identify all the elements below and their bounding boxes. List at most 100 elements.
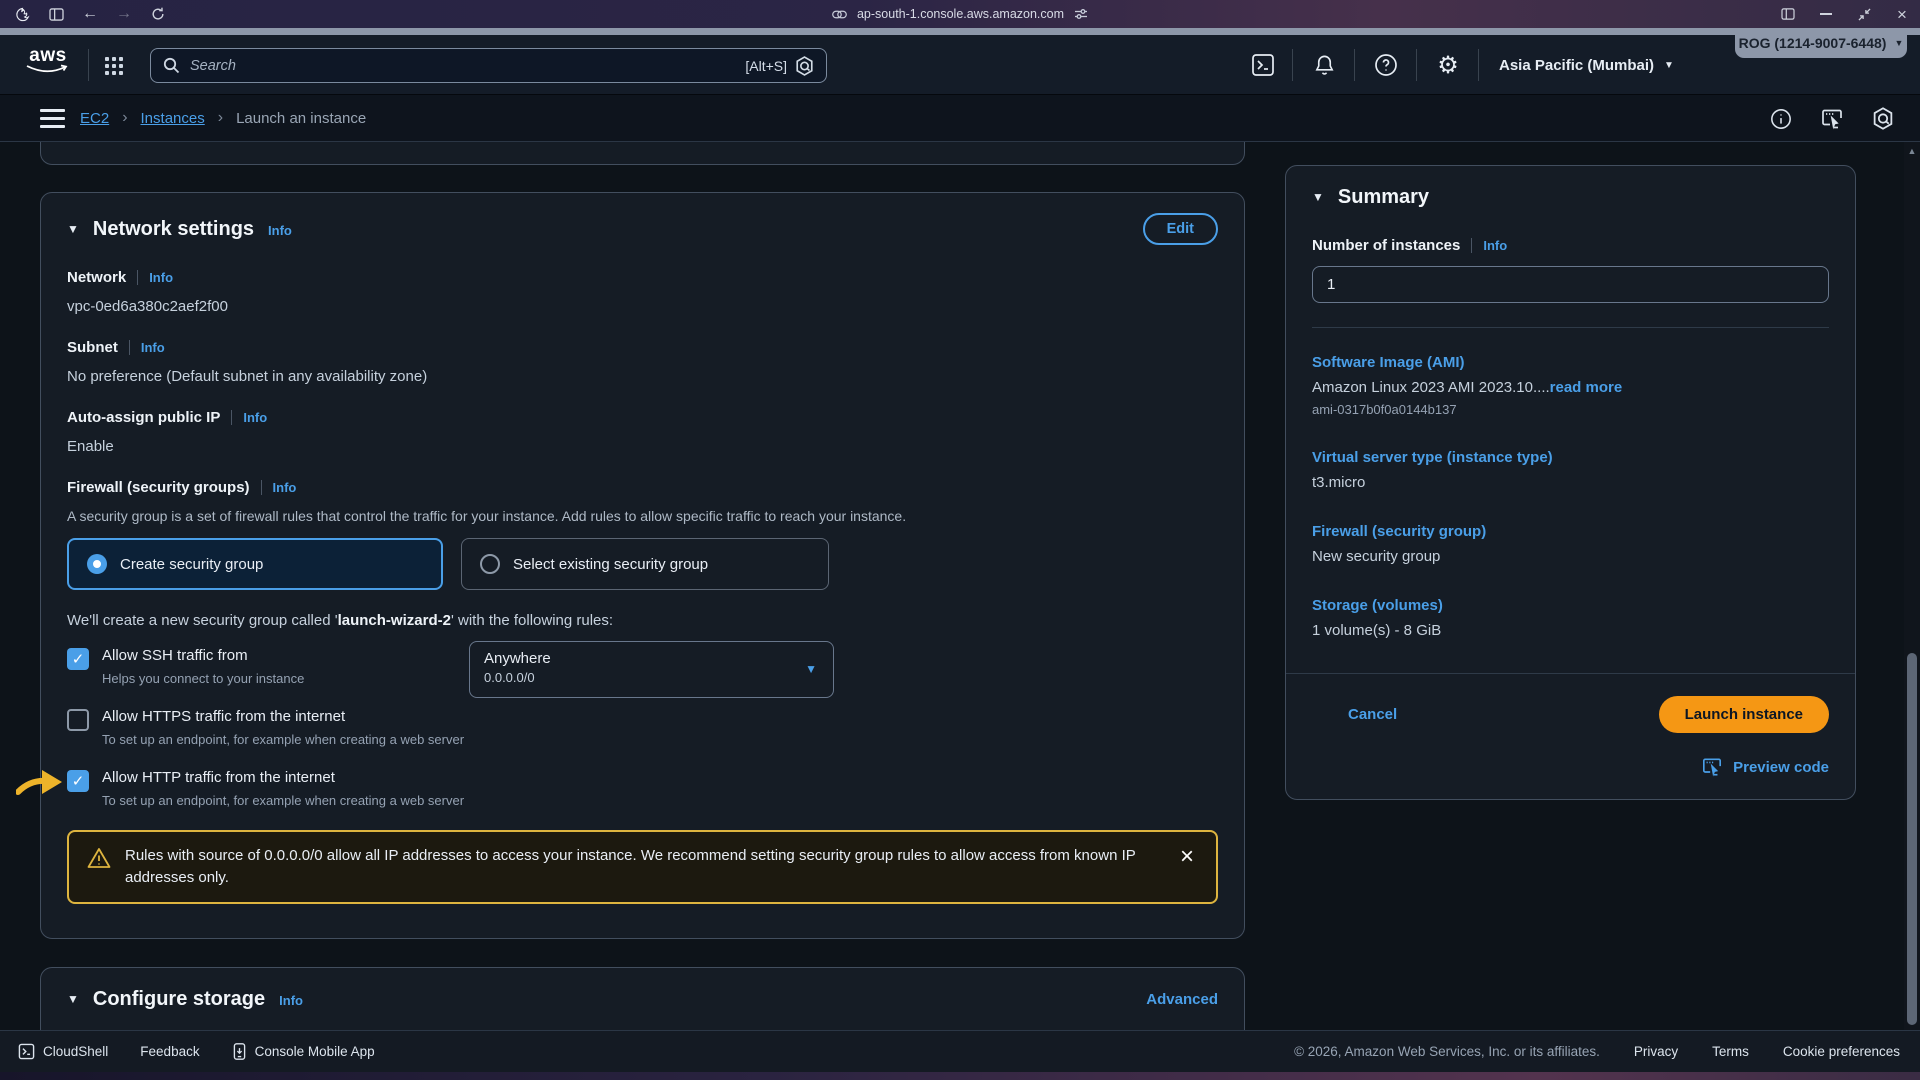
instance-count-label: Number of instances [1312,237,1460,254]
security-group-note: We'll create a new security group called… [67,612,1218,629]
preview-code-icon[interactable] [1820,108,1844,130]
instance-type-link[interactable]: Virtual server type (instance type) [1312,449,1829,466]
ami-id: ami-0317b0f0a0144b137 [1312,402,1829,417]
collapse-triangle-icon[interactable]: ▼ [67,992,79,1006]
browser-chrome: ← → ap-south-1.console.aws.amazon.com [0,0,1920,28]
info-link[interactable]: Info [268,223,292,238]
auto-assign-ip-label: Auto-assign public IP [67,409,220,426]
caret-down-icon: ▼ [1664,60,1674,71]
main-content: ▼ Network settings Info Edit Network Inf… [0,142,1920,1030]
warning-text: Rules with source of 0.0.0.0/0 allow all… [125,845,1145,889]
divider [1286,673,1855,674]
footer-cloudshell[interactable]: CloudShell [18,1043,108,1060]
aws-top-nav: aws [Alt+S] [0,35,1920,95]
help-button[interactable] [1372,35,1400,95]
breadcrumb-instances[interactable]: Instances [141,110,205,127]
info-link[interactable]: Info [273,480,297,495]
chevron-right-icon: › [218,109,223,127]
advanced-link[interactable]: Advanced [1146,991,1218,1008]
amazon-q-icon[interactable] [795,56,814,76]
network-label: Network [67,269,126,286]
aws-logo[interactable]: aws [25,47,71,74]
subnet-label: Subnet [67,339,118,356]
rule-ssh: ✓ Allow SSH traffic from Helps you conne… [67,647,1218,686]
divider [1292,49,1293,81]
breadcrumb-current: Launch an instance [236,110,366,127]
launch-instance-button[interactable]: Launch instance [1659,696,1829,733]
breadcrumb: EC2 › Instances › Launch an instance [80,109,366,127]
footer-cookie-preferences[interactable]: Cookie preferences [1783,1044,1900,1059]
search-shortcut: [Alt+S] [745,58,787,74]
apps-grid-icon[interactable] [105,57,109,61]
info-link[interactable]: Info [149,270,173,285]
ami-value: Amazon Linux 2023 AMI 2023.10....read mo… [1312,379,1829,396]
account-menu-button[interactable]: ROG (1214-9007-6448) ▼ [1735,28,1907,58]
restore-icon[interactable] [1856,6,1872,22]
footer-privacy[interactable]: Privacy [1634,1044,1678,1059]
radio-create-security-group[interactable]: Create security group [67,538,443,590]
amazon-q-icon[interactable] [1872,107,1894,130]
caret-down-icon: ▼ [1894,38,1903,48]
url-text: ap-south-1.console.aws.amazon.com [857,7,1064,21]
firewall-description: A security group is a set of firewall ru… [67,508,1218,524]
preview-code-button[interactable]: Preview code [1312,757,1829,777]
scrollbar[interactable]: ▲ [1904,142,1920,1030]
info-circle-icon[interactable] [1770,108,1792,130]
edit-button[interactable]: Edit [1143,213,1218,245]
divider [1354,49,1355,81]
footer-terms[interactable]: Terms [1712,1044,1749,1059]
storage-link[interactable]: Storage (volumes) [1312,597,1829,614]
menu-icon[interactable] [40,109,65,128]
radio-select-existing-group[interactable]: Select existing security group [461,538,829,590]
radio-unselected-icon [480,554,500,574]
rule-https: Allow HTTPS traffic from the internet To… [67,708,1218,747]
read-more-link[interactable]: read more [1550,379,1623,396]
settings-button[interactable]: ⚙ [1433,35,1463,95]
auto-assign-ip-value: Enable [67,438,1218,455]
footer-mobile-app[interactable]: Console Mobile App [232,1043,375,1060]
rule-label: Allow HTTP traffic from the internet [102,769,464,786]
scrollbar-up-icon[interactable]: ▲ [1904,146,1920,156]
firewall-value: New security group [1312,548,1829,565]
link-icon [832,10,847,19]
checkbox-checked-icon[interactable]: ✓ [67,648,89,670]
region-selector[interactable]: Asia Pacific (Mumbai) ▼ [1499,35,1674,95]
global-search[interactable]: [Alt+S] [150,48,827,83]
collapse-triangle-icon[interactable]: ▼ [67,222,79,236]
address-bar[interactable]: ap-south-1.console.aws.amazon.com [0,0,1920,28]
scrollbar-thumb[interactable] [1907,653,1917,1025]
instance-count-input[interactable] [1312,266,1829,303]
collapse-triangle-icon[interactable]: ▼ [1312,190,1324,204]
ami-link[interactable]: Software Image (AMI) [1312,354,1829,371]
gear-icon: ⚙ [1437,51,1459,80]
info-link[interactable]: Info [243,410,267,425]
ssh-source-select[interactable]: Anywhere 0.0.0.0/0 ▼ [469,641,834,698]
bell-icon [1313,53,1336,77]
configure-storage-panel: ▼ Configure storage Info Advanced [40,967,1245,1030]
summary-panel: ▼ Summary Number of instances Info Softw… [1285,165,1856,800]
notifications-button[interactable] [1310,35,1338,95]
footer-feedback[interactable]: Feedback [140,1044,199,1059]
close-icon[interactable]: × [1894,6,1910,22]
browser-panel-icon[interactable] [1780,6,1796,22]
minimize-icon[interactable] [1818,6,1834,22]
search-input[interactable] [190,58,745,74]
breadcrumb-ec2[interactable]: EC2 [80,110,109,127]
checkbox-unchecked-icon[interactable] [67,709,89,731]
checkbox-checked-icon[interactable]: ✓ [67,770,89,792]
firewall-link[interactable]: Firewall (security group) [1312,523,1829,540]
chevron-right-icon: › [122,109,127,127]
cancel-button[interactable]: Cancel [1348,706,1397,723]
open-cidr-warning: Rules with source of 0.0.0.0/0 allow all… [67,830,1218,904]
info-link[interactable]: Info [279,993,303,1008]
cloudshell-button[interactable] [1248,35,1278,95]
info-link[interactable]: Info [141,340,165,355]
rule-sub: To set up an endpoint, for example when … [102,793,464,808]
close-icon[interactable]: × [1176,845,1198,869]
tune-icon[interactable] [1074,8,1088,20]
divider [261,480,262,495]
info-link[interactable]: Info [1483,238,1507,253]
question-icon [1374,53,1398,77]
divider [1478,49,1479,81]
divider [137,270,138,285]
